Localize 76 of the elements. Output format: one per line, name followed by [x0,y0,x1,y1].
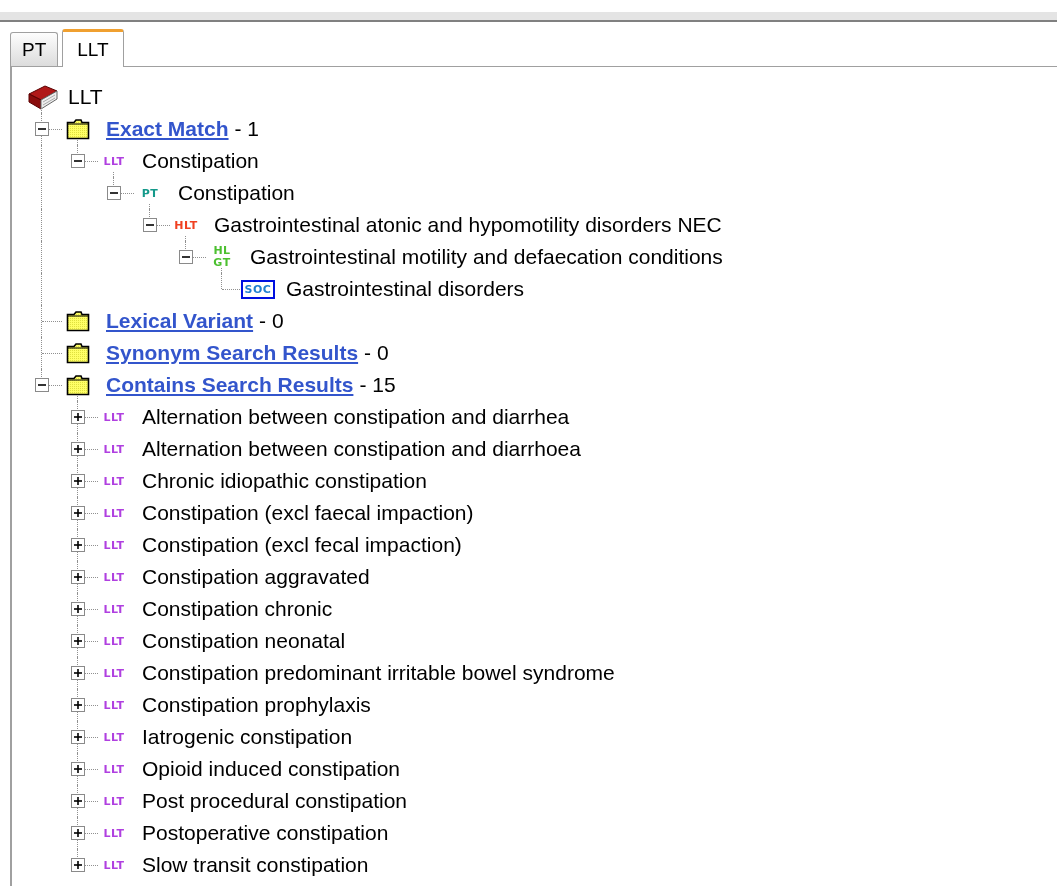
folder-icon [66,118,90,140]
term-type-label: HLGT [212,243,232,271]
folder-link[interactable]: Contains Search Results [106,373,354,397]
tree-root-label: LLT [68,85,103,109]
folder-link[interactable]: Lexical Variant [106,309,254,333]
folder-link[interactable]: Synonym Search Results [106,341,359,365]
result-count: - 0 [259,309,284,333]
term-type-label: LLT [102,857,126,874]
term-type-label: LLT [102,793,126,810]
tree-toggle[interactable] [34,378,49,392]
term-label[interactable]: Opioid induced constipation [142,757,400,781]
tree-toggle[interactable] [70,442,85,456]
term-type-label: HLT [173,217,199,234]
tree-toggle[interactable] [70,634,85,648]
term-type-label: LLT [102,633,126,650]
term-label[interactable]: Gastrointestinal motility and defaecation conditions [250,245,723,269]
tab[interactable]: LLT [62,29,124,67]
tree-toggle[interactable] [70,538,85,552]
folder-icon [66,310,90,332]
tab[interactable]: PT [10,32,59,66]
tree-toggle[interactable] [70,794,85,808]
folder-link[interactable]: Exact Match [106,117,229,141]
term-label[interactable]: Alternation between constipation and diarrhea [142,405,570,429]
term-label[interactable]: Alternation between constipation and diarrhoea [142,437,581,461]
tree-toggle[interactable] [70,506,85,520]
term-type-label: LLT [102,665,126,682]
tree-toggle[interactable] [34,122,49,136]
term-type-label: LLT [102,697,126,714]
term-label[interactable]: Constipation chronic [142,597,333,621]
term-label[interactable]: Constipation [178,181,295,205]
term-type-label: LLT [102,729,126,746]
term-type-label: LLT [102,601,126,618]
tree-toggle[interactable] [70,410,85,424]
term-type-label: LLT [102,441,126,458]
term-type-label: SOC [240,279,276,299]
result-count: - 1 [234,117,260,141]
term-type-label: LLT [102,761,126,778]
folder-icon [66,374,90,396]
tree-toggle[interactable] [70,762,85,776]
term-type-label: LLT [102,825,126,842]
term-label[interactable]: Iatrogenic constipation [142,725,353,749]
tree-toggle[interactable] [70,154,85,168]
term-type-label: LLT [102,537,126,554]
term-type-label: PT [140,185,160,202]
tree-toggle[interactable] [70,602,85,616]
tree-toggle[interactable] [70,666,85,680]
term-label[interactable]: Gastrointestinal disorders [286,277,525,301]
tree-toggle[interactable] [70,570,85,584]
term-label[interactable]: Post procedural constipation [142,789,407,813]
tree-toggle[interactable] [70,474,85,488]
term-label[interactable]: Constipation (excl faecal impaction) [142,501,474,525]
term-label[interactable]: Postoperative constipation [142,821,389,845]
term-label[interactable]: Constipation neonatal [142,629,346,653]
tree-toggle[interactable] [70,826,85,840]
result-count: - 0 [364,341,389,365]
term-type-label: LLT [102,505,126,522]
term-label[interactable]: Chronic idiopathic constipation [142,469,427,493]
term-type-label: LLT [102,569,126,586]
term-label[interactable]: Constipation aggravated [142,565,370,589]
term-type-label: LLT [102,153,126,170]
result-count: - 15 [359,373,396,397]
term-label[interactable]: Constipation prophylaxis [142,693,371,717]
term-type-label: LLT [102,473,126,490]
term-label[interactable]: Gastrointestinal atonic and hypomotility disorders NEC [214,213,722,237]
tree-toggle[interactable] [106,186,121,200]
tree-toggle[interactable] [70,730,85,744]
term-type-label: LLT [102,409,126,426]
term-label[interactable]: Slow transit constipation [142,853,369,877]
folder-icon [66,342,90,364]
term-label[interactable]: Constipation predominant irritable bowel syndrome [142,661,615,685]
tree-toggle[interactable] [142,218,157,232]
tree-toggle[interactable] [70,698,85,712]
tree-toggle[interactable] [70,858,85,872]
tree-toggle[interactable] [178,250,193,264]
term-label[interactable]: Constipation (excl fecal impaction) [142,533,462,557]
term-label[interactable]: Constipation [142,149,259,173]
